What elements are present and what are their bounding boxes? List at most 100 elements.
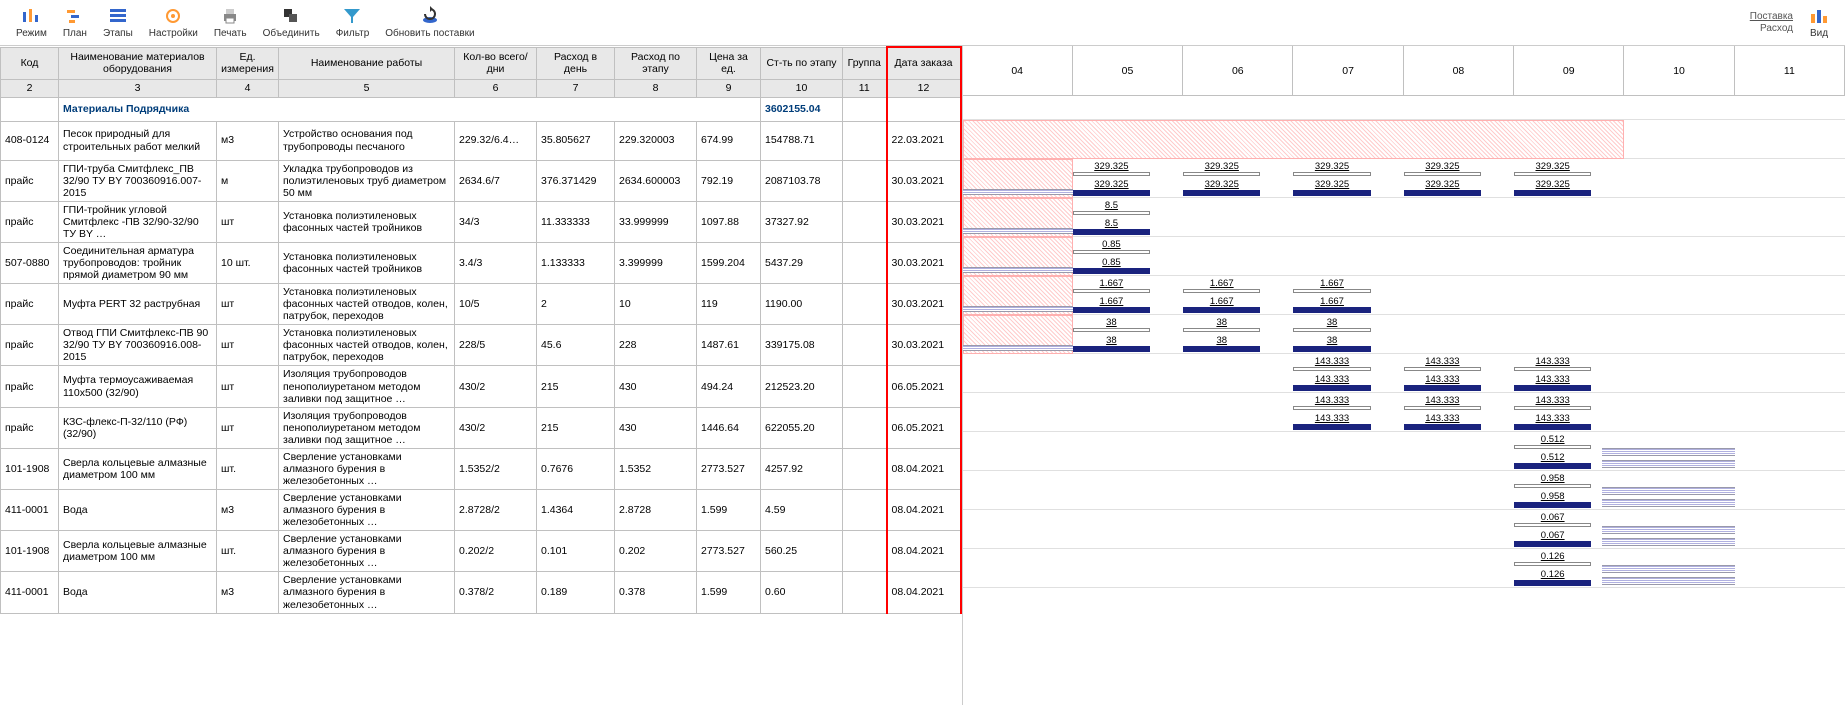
table-row[interactable]: прайсГПИ-тройник угловой Смитфлекс -ПВ 3…	[1, 201, 961, 242]
gantt-bar[interactable]	[1293, 406, 1370, 410]
col-unit[interactable]: Ед. измерения	[217, 47, 279, 79]
gantt-bar[interactable]	[1293, 289, 1370, 293]
gantt-bar[interactable]	[1183, 328, 1260, 332]
cell: 1190.00	[761, 284, 843, 325]
col-cost[interactable]: Ст-ть по этапу	[761, 47, 843, 79]
table-row[interactable]: 507-0880Соединительная арматура трубопро…	[1, 242, 961, 283]
gantt-col-05: 05	[1073, 46, 1183, 95]
gantt-bar[interactable]	[1293, 190, 1370, 196]
gantt-bar[interactable]	[1073, 346, 1150, 352]
gantt-bar[interactable]	[1073, 307, 1150, 313]
col-price[interactable]: Цена за ед.	[697, 47, 761, 79]
cell: ГПИ-труба Смитфлекс_ПВ 32/90 ТУ BY 70036…	[59, 160, 217, 201]
gantt-bar[interactable]	[1404, 424, 1481, 430]
gantt-bar[interactable]	[1514, 445, 1591, 449]
gantt-body[interactable]: 329.325329.325329.325329.325329.325329.3…	[963, 96, 1845, 588]
table-row[interactable]: прайсКЗС-флекс-П-32/110 (РФ) (32/90)штИз…	[1, 407, 961, 448]
cell: 3.4/3	[455, 242, 537, 283]
table-row[interactable]: 101-1908Сверла кольцевые алмазные диамет…	[1, 448, 961, 489]
table-row[interactable]: прайсМуфта термоусаживаемая 110х500 (32/…	[1, 366, 961, 407]
gantt-bar[interactable]	[1183, 346, 1260, 352]
plan-button[interactable]: План	[55, 4, 95, 41]
gantt-bar[interactable]	[1404, 367, 1481, 371]
gantt-icon	[65, 6, 85, 26]
gantt-bar[interactable]	[1514, 541, 1591, 547]
col-perday[interactable]: Расход в день	[537, 47, 615, 79]
cell: м3	[217, 572, 279, 613]
table-row[interactable]: прайсОтвод ГПИ Смитфлекс-ПВ 90 32/90 ТУ …	[1, 325, 961, 366]
cell: 430/2	[455, 407, 537, 448]
cell: Сверление установками алмазного бурения …	[279, 490, 455, 531]
col-work[interactable]: Наименование работы	[279, 47, 455, 79]
gantt-bar[interactable]	[1514, 523, 1591, 527]
table-row[interactable]: 101-1908Сверла кольцевые алмазные диамет…	[1, 531, 961, 572]
gantt-bar[interactable]	[1293, 424, 1370, 430]
cell: 229.32/6.4…	[455, 121, 537, 160]
gantt-bar[interactable]	[1073, 328, 1150, 332]
settings-button[interactable]: Настройки	[141, 4, 206, 41]
bar-label: 1.667	[1293, 278, 1370, 289]
gantt-bar[interactable]	[1514, 502, 1591, 508]
view-button[interactable]: Вид	[1801, 4, 1837, 41]
gantt-bar[interactable]	[1514, 463, 1591, 469]
gantt-bar[interactable]	[1404, 385, 1481, 391]
cell: 2.8728	[615, 490, 697, 531]
gantt-bar[interactable]	[1514, 562, 1591, 566]
group-row[interactable]: Материалы Подрядчика3602155.04	[1, 97, 961, 121]
gantt-bar[interactable]	[1514, 484, 1591, 488]
bar-label: 0.85	[1073, 239, 1150, 250]
cell: 339175.08	[761, 325, 843, 366]
col-name[interactable]: Наименование материалов оборудования	[59, 47, 217, 79]
bar-label: 38	[1293, 335, 1370, 346]
gantt-bar[interactable]	[1183, 289, 1260, 293]
gantt-bar[interactable]	[1514, 406, 1591, 410]
refresh-button[interactable]: Обновить поставки	[377, 4, 482, 41]
gantt-bar[interactable]	[1293, 328, 1370, 332]
gantt-bar[interactable]	[1404, 172, 1481, 176]
gantt-bar[interactable]	[1183, 307, 1260, 313]
table-row[interactable]: 408-0124Песок природный для строительных…	[1, 121, 961, 160]
gantt-bar[interactable]	[1183, 172, 1260, 176]
gantt-header: 0405060708091011	[963, 46, 1845, 96]
gantt-bar[interactable]	[1293, 172, 1370, 176]
table-row[interactable]: прайсМуфта PERT 32 раструбнаяштУстановка…	[1, 284, 961, 325]
gantt-bar[interactable]	[1514, 172, 1591, 176]
cell	[843, 121, 887, 160]
gantt-bar[interactable]	[1073, 190, 1150, 196]
gantt-bar[interactable]	[1404, 190, 1481, 196]
gantt-bar[interactable]	[1293, 367, 1370, 371]
gantt-bar[interactable]	[1293, 385, 1370, 391]
col-code[interactable]: Код	[1, 47, 59, 79]
col-qty[interactable]: Кол-во всего/ дни	[455, 47, 537, 79]
gantt-bar[interactable]	[1073, 289, 1150, 293]
gantt-bar[interactable]	[1073, 172, 1150, 176]
table-row[interactable]: прайсГПИ-труба Смитфлекс_ПВ 32/90 ТУ BY …	[1, 160, 961, 201]
gantt-bar[interactable]	[1073, 211, 1150, 215]
gantt-bar[interactable]	[1293, 346, 1370, 352]
materials-table[interactable]: Код Наименование материалов оборудования…	[0, 46, 962, 614]
bar-label: 143.333	[1404, 413, 1481, 424]
table-row[interactable]: 411-0001Водам3Сверление установками алма…	[1, 490, 961, 531]
gantt-row: 0.0670.067	[963, 510, 1845, 549]
col-date[interactable]: Дата заказа	[887, 47, 961, 79]
merge-button[interactable]: Объединить	[255, 4, 328, 41]
stages-button[interactable]: Этапы	[95, 4, 141, 41]
gantt-bar[interactable]	[1183, 190, 1260, 196]
gantt-bar[interactable]	[1514, 190, 1591, 196]
gantt-bar[interactable]	[1514, 367, 1591, 371]
cell: Установка полиэтиленовых фасонных частей…	[279, 284, 455, 325]
gantt-bar[interactable]	[1073, 229, 1150, 235]
mode-button[interactable]: Режим	[8, 4, 55, 41]
col-group[interactable]: Группа	[843, 47, 887, 79]
gantt-bar[interactable]	[1514, 580, 1591, 586]
gantt-bar[interactable]	[1514, 424, 1591, 430]
col-perstage[interactable]: Расход по этапу	[615, 47, 697, 79]
filter-button[interactable]: Фильтр	[328, 4, 378, 41]
gantt-bar[interactable]	[1514, 385, 1591, 391]
print-button[interactable]: Печать	[206, 4, 255, 41]
gantt-bar[interactable]	[1073, 250, 1150, 254]
gantt-bar[interactable]	[1293, 307, 1370, 313]
table-row[interactable]: 411-0001Водам3Сверление установками алма…	[1, 572, 961, 613]
gantt-bar[interactable]	[1073, 268, 1150, 274]
gantt-bar[interactable]	[1404, 406, 1481, 410]
